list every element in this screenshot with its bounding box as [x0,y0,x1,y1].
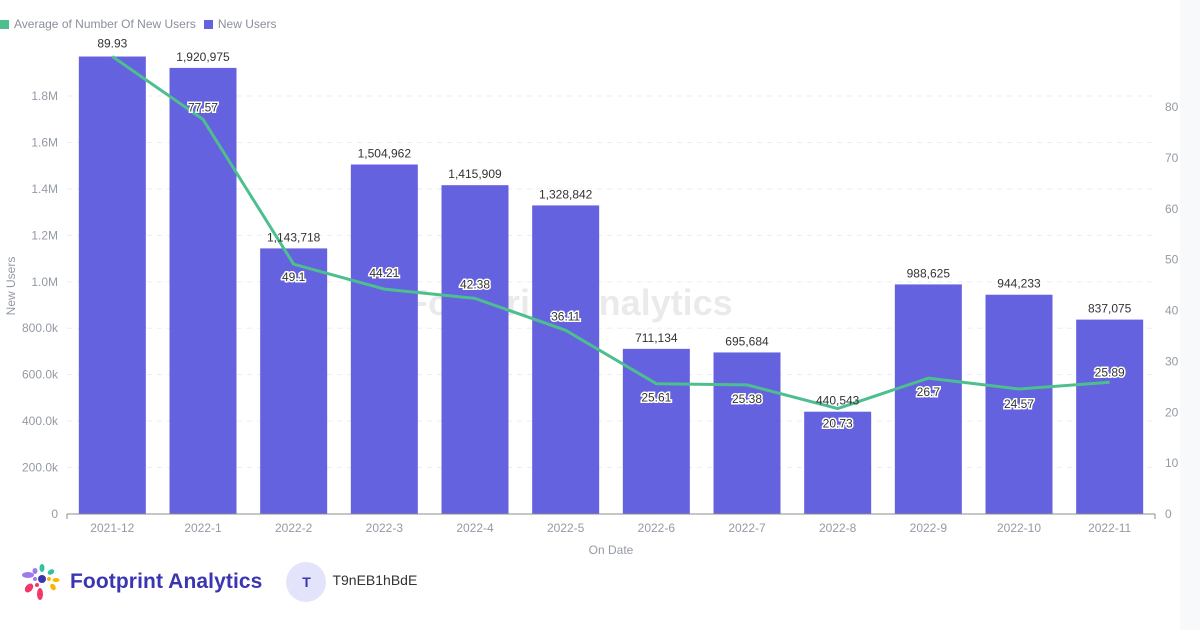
line-value-label: 89.93 [97,36,127,50]
line-value-label: 25.89 [1095,365,1125,379]
y-left-tick-label: 1.8M [31,89,58,103]
line-value-label: 42.38 [460,277,490,291]
y-right-tick-label: 80 [1165,100,1179,114]
y-left-tick-label: 1.0M [31,275,58,289]
avatar[interactable]: T [286,562,327,602]
line-value-label: 36.11 [551,309,580,323]
x-axis-title: On Date [589,543,634,557]
line-value-label: 20.73 [823,417,853,431]
x-tick-label: 2022-8 [819,521,857,535]
bar-value-label: 944,233 [997,277,1041,291]
bar-new-users[interactable] [441,185,509,514]
y-axis-title: New Users [4,257,18,316]
bar-new-users[interactable] [713,352,781,514]
footer: Footprint Analytics T T9nEB1hBdE [20,562,417,602]
y-right-tick-label: 60 [1165,202,1179,216]
footprint-logo-icon [22,564,60,600]
bar-value-label: 711,134 [635,331,678,345]
x-tick-label: 2022-2 [275,521,313,535]
user-id: T9nEB1hBdE [332,572,418,588]
bar-value-label: 1,415,909 [448,167,502,181]
y-left-tick-label: 1.2M [31,228,58,242]
y-left-tick-label: 1.4M [31,182,58,196]
combo-chart: 0 200.0k 400.0k 600.0k 800.0k 1.0M 1.2M 1.4M 1.6… [4,36,1179,557]
bar-new-users[interactable] [260,248,328,514]
x-tick-label: 2022-6 [638,521,676,535]
y-right-tick-label: 40 [1165,304,1179,318]
y-right-tick-label: 50 [1165,253,1179,267]
data-labels: 1,920,975 1,143,718 1,504,962 1,415,909 1,32… [97,36,1132,432]
bar-new-users[interactable] [622,348,690,514]
side-panel [1180,0,1200,630]
x-tick-label: 2022-10 [997,521,1041,535]
x-tick-label: 2022-1 [184,521,222,535]
bar-value-label: 1,328,842 [539,187,593,201]
line-value-label: 44.21 [369,266,399,280]
x-tick-label: 2022-5 [547,521,585,535]
bar-value-label: 1,504,962 [358,147,412,161]
line-value-label: 77.57 [188,100,218,114]
y-left-tick-label: 200.0k [22,461,59,475]
x-tick-label: 2022-11 [1088,521,1131,535]
y-left-tick-label: 400.0k [22,414,59,428]
y-left-tick-label: 800.0k [22,321,59,335]
x-tick-label: 2022-4 [456,521,494,535]
bar-new-users[interactable] [894,284,962,514]
bars [78,56,1144,515]
bar-value-label: 440,543 [816,394,860,408]
bar-new-users[interactable] [350,164,418,514]
line-value-label: 25.61 [641,391,671,405]
bar-value-label: 1,143,718 [267,230,321,244]
brand[interactable]: Footprint Analytics [20,562,262,602]
y-left-tick-label: 0 [51,507,58,521]
y-right-tick-label: 70 [1165,151,1179,165]
bar-new-users[interactable] [532,205,600,514]
brand-name: Footprint Analytics [70,570,263,593]
bar-value-label: 988,625 [907,266,951,280]
x-tick-label: 2021-12 [90,521,134,535]
line-value-label: 26.7 [917,385,941,399]
x-tick-label: 2022-7 [728,521,766,535]
y-left-tick-label: 1.6M [31,135,58,149]
line-value-label: 49.1 [282,270,306,284]
bar-value-label: 837,075 [1088,302,1132,316]
bar-new-users[interactable] [169,67,237,514]
bar-new-users[interactable] [1076,319,1144,514]
bar-value-label: 695,684 [725,334,769,348]
y-right-tick-label: 10 [1165,456,1179,470]
y-right-tick-label: 20 [1165,405,1179,419]
y-left-tick-label: 600.0k [22,368,59,382]
bar-value-label: 1,920,975 [176,50,230,64]
y-right-tick-label: 0 [1165,507,1172,521]
line-value-label: 24.57 [1004,397,1034,411]
y-right-tick-label: 30 [1165,354,1179,368]
x-tick-label: 2022-9 [910,521,948,535]
line-value-label: 25.38 [732,392,762,406]
x-tick-label: 2022-3 [366,521,404,535]
bar-new-users[interactable] [78,56,146,515]
